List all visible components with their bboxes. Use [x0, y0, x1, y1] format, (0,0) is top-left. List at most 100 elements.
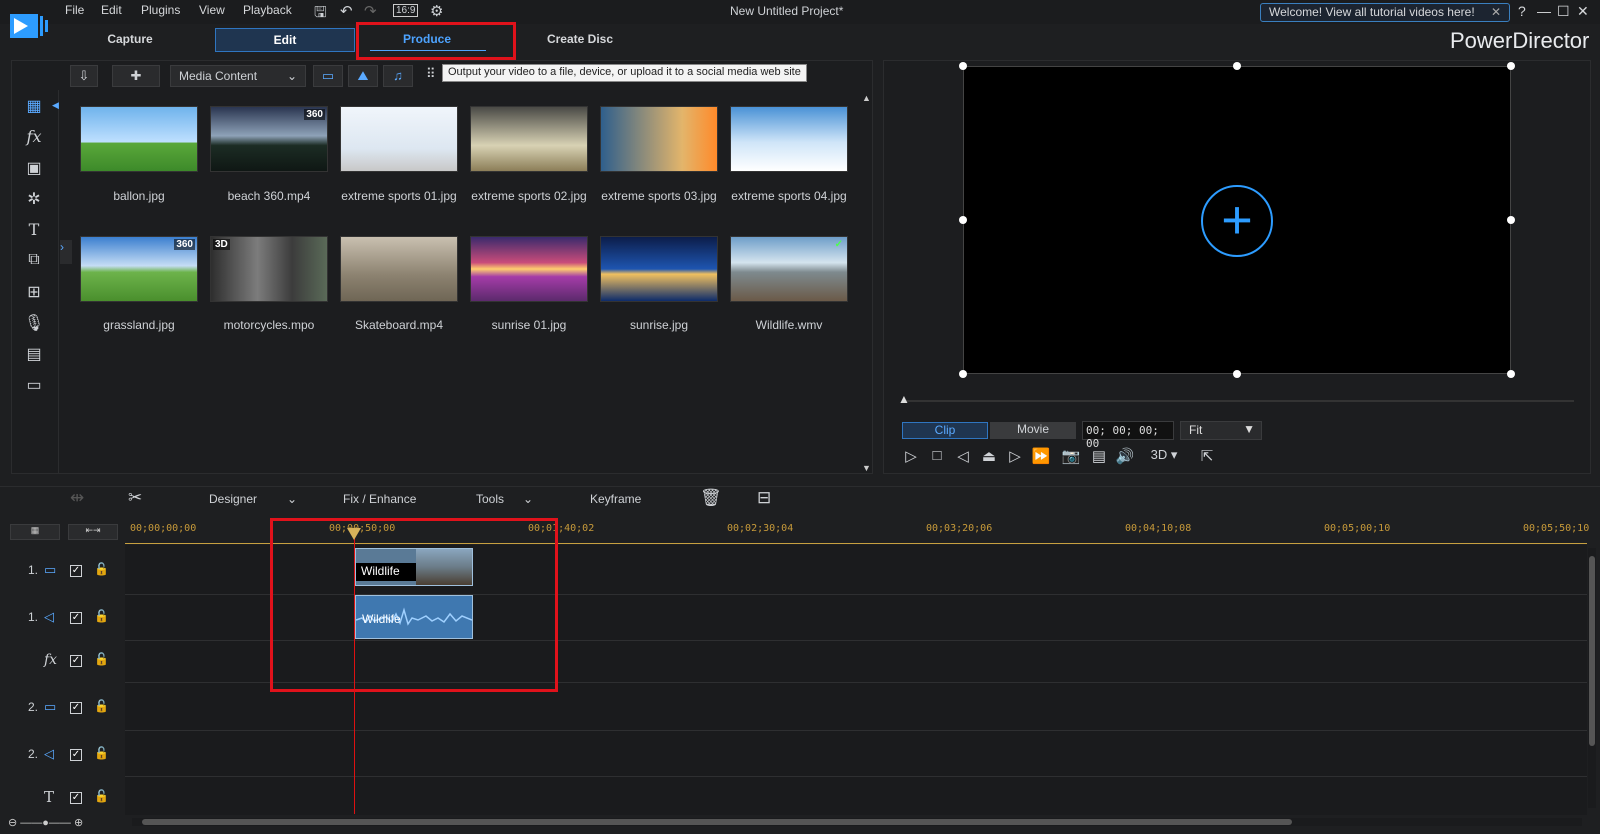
thumbnail-extreme-sports-02[interactable]: [470, 106, 588, 172]
clip-mode-button[interactable]: Clip: [902, 422, 988, 439]
redo-icon[interactable]: ↷: [364, 2, 377, 20]
lock-icon[interactable]: 🔓: [94, 699, 109, 713]
gear-icon[interactable]: ⚙: [430, 2, 443, 20]
maximize-icon[interactable]: ☐: [1557, 3, 1570, 20]
tab-edit[interactable]: Edit: [215, 28, 355, 52]
lock-icon[interactable]: 🔓: [94, 652, 109, 666]
more-options-icon[interactable]: ⊟: [757, 488, 771, 508]
timeline-zoom-slider[interactable]: ⊖ ——●—— ⊕: [8, 816, 83, 829]
keyframe-button[interactable]: Keyframe: [590, 492, 641, 506]
menu-playback[interactable]: Playback: [243, 3, 292, 17]
next-frame-icon[interactable]: ▷: [1004, 447, 1026, 467]
track-enable-checkbox[interactable]: ✓: [70, 612, 82, 624]
fix-enhance-button[interactable]: Fix / Enhance: [343, 492, 416, 506]
save-icon[interactable]: 🖫: [314, 2, 327, 27]
chevron-down-icon[interactable]: ⌄: [523, 492, 533, 506]
minimize-icon[interactable]: —: [1537, 3, 1551, 19]
stop-icon[interactable]: □: [926, 447, 948, 467]
subtitle-icon[interactable]: ▤: [1088, 447, 1110, 467]
thumbnail-beach-360[interactable]: 360: [210, 106, 328, 172]
track-enable-checkbox[interactable]: ✓: [70, 565, 82, 577]
scissors-icon[interactable]: ✂: [128, 488, 142, 508]
video-filter-icon[interactable]: ▭: [313, 65, 343, 87]
thumbnail-motorcycles[interactable]: 3D: [210, 236, 328, 302]
lock-icon[interactable]: 🔓: [94, 789, 109, 803]
resize-handle[interactable]: [1507, 216, 1515, 224]
lock-icon[interactable]: 🔓: [94, 562, 109, 576]
thumbnail-grassland[interactable]: 360: [80, 236, 198, 302]
help-button[interactable]: ?: [1518, 3, 1526, 19]
lock-icon[interactable]: 🔓: [94, 609, 109, 623]
add-media-plus-icon[interactable]: +: [1201, 185, 1273, 257]
menu-edit[interactable]: Edit: [101, 3, 122, 17]
thumbnail-extreme-sports-04[interactable]: [730, 106, 848, 172]
playhead[interactable]: [354, 530, 355, 814]
chevron-down-icon[interactable]: ⌄: [287, 492, 297, 506]
thumbnail-extreme-sports-03[interactable]: [600, 106, 718, 172]
snapshot-icon[interactable]: 📷: [1060, 447, 1082, 467]
track-manager-button[interactable]: ▦: [10, 524, 60, 540]
library-scrollbar[interactable]: ▲ ▼: [860, 93, 872, 473]
track-enable-checkbox[interactable]: ✓: [70, 792, 82, 804]
undock-icon[interactable]: ⇱: [1196, 447, 1218, 467]
movie-mode-button[interactable]: Movie: [990, 422, 1076, 439]
zoom-fit-select[interactable]: Fit ▼: [1180, 421, 1262, 440]
particle-room-icon[interactable]: ✲: [22, 189, 46, 211]
3d-button[interactable]: 3D ▾: [1144, 447, 1184, 467]
media-room-icon[interactable]: ▦: [22, 96, 46, 118]
track-enable-checkbox[interactable]: ✓: [70, 655, 82, 667]
tools-menu[interactable]: Tools: [476, 492, 504, 506]
preview-scrubber[interactable]: [904, 400, 1574, 402]
resize-handle[interactable]: [959, 216, 967, 224]
welcome-banner[interactable]: Welcome! View all tutorial videos here! ✕: [1260, 3, 1510, 22]
timeline-horizontal-scrollbar[interactable]: [132, 818, 1582, 826]
designer-menu[interactable]: Designer: [209, 492, 257, 506]
audio-filter-icon[interactable]: ♫: [383, 65, 413, 87]
resize-handle[interactable]: [959, 370, 967, 378]
undo-icon[interactable]: ↶: [340, 2, 353, 20]
mark-icon[interactable]: ⏏: [978, 447, 1000, 467]
menu-view[interactable]: View: [199, 3, 225, 17]
resize-handle[interactable]: [1233, 62, 1241, 70]
thumbnail-wildlife[interactable]: ✓: [730, 236, 848, 302]
plugins-icon[interactable]: ✚: [112, 65, 160, 87]
menu-file[interactable]: File: [65, 3, 84, 17]
thumbnail-sunrise-01[interactable]: [470, 236, 588, 302]
audio-mixing-icon[interactable]: ⊞: [22, 282, 46, 304]
grid-view-icon[interactable]: ⠿: [426, 66, 436, 82]
title-room-icon[interactable]: T: [22, 220, 46, 242]
voice-over-icon[interactable]: 🎙: [22, 313, 46, 335]
close-icon[interactable]: ✕: [1491, 5, 1501, 19]
tab-create-disc[interactable]: Create Disc: [520, 28, 640, 52]
chapter-room-icon[interactable]: ▤: [22, 344, 46, 366]
resize-handle[interactable]: [1507, 62, 1515, 70]
resize-handle[interactable]: [959, 62, 967, 70]
library-expand-button[interactable]: ›: [60, 240, 72, 264]
thumbnail-extreme-sports-01[interactable]: [340, 106, 458, 172]
track-enable-checkbox[interactable]: ✓: [70, 702, 82, 714]
fit-timeline-button[interactable]: ⇤⇥: [68, 524, 118, 540]
close-window-icon[interactable]: ✕: [1577, 3, 1589, 20]
thumbnail-skateboard[interactable]: [340, 236, 458, 302]
fx-room-icon[interactable]: fx: [22, 127, 46, 149]
delete-icon[interactable]: 🗑: [700, 488, 722, 508]
import-media-icon[interactable]: ⇩: [70, 65, 98, 87]
pip-objects-icon[interactable]: ▣: [22, 158, 46, 180]
previous-frame-icon[interactable]: ◁: [952, 447, 974, 467]
fast-forward-icon[interactable]: ⏩: [1030, 447, 1052, 467]
aspect-ratio-button[interactable]: 16:9: [393, 4, 419, 17]
timeline-vertical-scrollbar[interactable]: [1588, 548, 1596, 808]
scrubber-knob-icon[interactable]: ▲: [898, 392, 910, 406]
thumbnail-sunrise[interactable]: [600, 236, 718, 302]
subtitle-room-icon[interactable]: ▭: [22, 375, 46, 397]
resize-handle[interactable]: [1233, 370, 1241, 378]
timecode-display[interactable]: 00; 00; 00; 00: [1082, 421, 1174, 450]
tab-capture[interactable]: Capture: [80, 28, 180, 52]
menu-plugins[interactable]: Plugins: [141, 3, 180, 17]
split-tracks-icon[interactable]: ⇹: [70, 488, 84, 508]
play-icon[interactable]: ▷: [900, 447, 922, 467]
image-filter-icon[interactable]: ⛰: [348, 65, 378, 87]
transition-room-icon[interactable]: ⧉: [22, 251, 46, 273]
media-content-select[interactable]: Media Content ⌄: [170, 65, 306, 87]
volume-icon[interactable]: 🔊: [1114, 447, 1136, 467]
